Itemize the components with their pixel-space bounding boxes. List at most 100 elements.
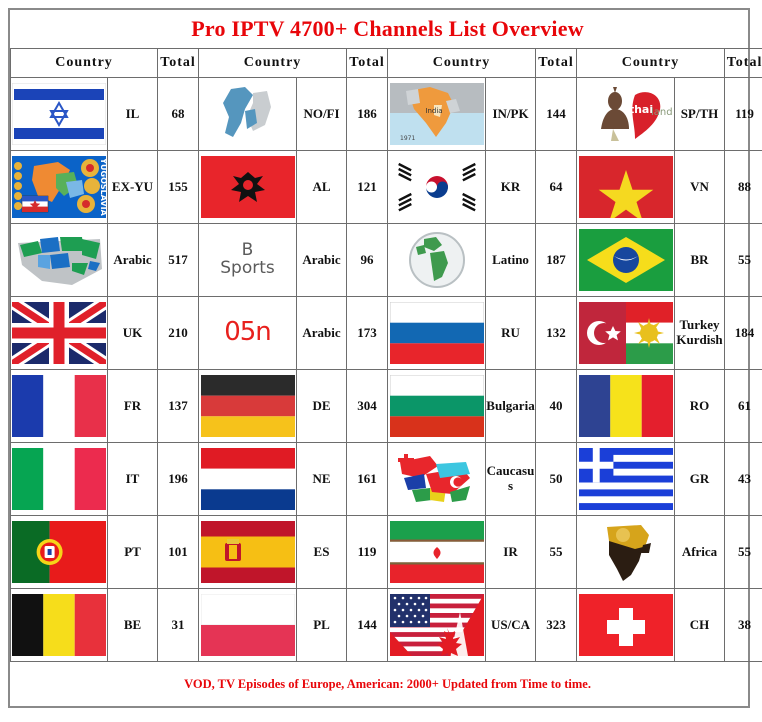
svg-text:1971: 1971	[400, 135, 415, 142]
table-row: IL 68 NO/FI 186 India 1971 IN/PK 144 thai land SP/…	[10, 77, 762, 151]
spain-flag-art	[200, 521, 295, 583]
india-pakistan-map: India 1971	[387, 77, 486, 151]
channel-total: 155	[157, 150, 199, 224]
table-row: YUGOSLAVIA EX-YU 155 AL 121 KR 64 VN 88	[10, 150, 762, 224]
romania-flag	[576, 369, 675, 443]
france-flag	[10, 369, 108, 443]
country-label: Arabic	[296, 223, 347, 297]
country-label: Turkey Kurdish	[674, 296, 725, 370]
header-total-1: Total	[157, 48, 199, 78]
romania-flag-art	[578, 375, 673, 437]
usa-canada-flag-art	[389, 594, 484, 656]
country-label: KR	[485, 150, 536, 224]
netherlands-flag-art	[200, 448, 295, 510]
country-label: NO/FI	[296, 77, 347, 151]
uk-flag	[10, 296, 108, 370]
header-country-2: Country	[198, 48, 347, 78]
header-country-1: Country	[10, 48, 158, 78]
iran-flag-art	[389, 521, 484, 583]
netherlands-flag	[198, 442, 297, 516]
svg-text:YUGOSLAVIA: YUGOSLAVIA	[99, 157, 106, 216]
country-label: IL	[107, 77, 158, 151]
country-label: RU	[485, 296, 536, 370]
channel-total: 88	[723, 150, 762, 224]
italy-flag-art	[12, 448, 106, 510]
table-row: UK 210 05n Arabic 173 RU 132 Turkey Kurdish 184	[10, 296, 762, 370]
france-flag-art	[12, 375, 106, 437]
south-korea-flag-art	[389, 156, 484, 218]
header-country-3: Country	[387, 48, 536, 78]
channel-total: 132	[535, 296, 577, 370]
channel-total: 55	[723, 223, 762, 297]
channel-total: 101	[157, 515, 199, 589]
portugal-flag-art	[12, 521, 106, 583]
country-label: DE	[296, 369, 347, 443]
country-label: FR	[107, 369, 158, 443]
turkey-kurdish-flag-art	[578, 302, 673, 364]
channel-total: 55	[723, 515, 762, 589]
header-total-4: Total	[723, 48, 762, 78]
india-pakistan-map-art: India 1971	[389, 83, 484, 145]
greece-flag-art	[578, 448, 673, 510]
channel-total: 38	[723, 588, 762, 662]
channel-total: 144	[346, 588, 388, 662]
belgium-flag	[10, 588, 108, 662]
country-label: Africa	[674, 515, 725, 589]
country-label: Arabic	[296, 296, 347, 370]
country-label: Bulgaria	[485, 369, 536, 443]
russia-flag-art	[389, 302, 484, 364]
table-row: IT 196 NE 161 Caucasus 50 GR 43	[10, 442, 762, 516]
thailand-logo-art: thai land	[578, 83, 673, 145]
country-label: NE	[296, 442, 347, 516]
albania-flag-art	[200, 156, 295, 218]
greece-flag	[576, 442, 675, 516]
channel-total: 96	[346, 223, 388, 297]
arab-world-map	[10, 223, 108, 297]
latin-america-globe	[387, 223, 486, 297]
country-label: UK	[107, 296, 158, 370]
switzerland-flag-art	[578, 594, 673, 656]
table-row: BE 31 PL 144 US/CA 323 CH 38	[10, 588, 762, 662]
caucasus-map-art	[389, 448, 484, 510]
turkey-kurdish-flag	[576, 296, 675, 370]
channel-total: 186	[346, 77, 388, 151]
channel-total: 144	[535, 77, 577, 151]
yugoslavia-map-art: YUGOSLAVIA	[12, 156, 106, 218]
o5n-logo-text: 05n	[224, 317, 272, 348]
albania-flag	[198, 150, 297, 224]
page-title: Pro IPTV 4700+ Channels List Overview	[10, 10, 762, 49]
channel-total: 161	[346, 442, 388, 516]
south-korea-flag	[387, 150, 486, 224]
channel-total: 184	[723, 296, 762, 370]
country-label: Caucasus	[485, 442, 536, 516]
country-label: ES	[296, 515, 347, 589]
footer-note: VOD, TV Episodes of Europe, American: 20…	[10, 661, 762, 706]
switzerland-flag	[576, 588, 675, 662]
country-label: BR	[674, 223, 725, 297]
portugal-flag	[10, 515, 108, 589]
russia-flag	[387, 296, 486, 370]
country-label: IR	[485, 515, 536, 589]
channel-total: 119	[346, 515, 388, 589]
channel-total: 40	[535, 369, 577, 443]
country-label: EX-YU	[107, 150, 158, 224]
germany-flag-art	[200, 375, 295, 437]
channels-overview-table: Pro IPTV 4700+ Channels List Overview Co…	[10, 10, 762, 706]
channel-total: 55	[535, 515, 577, 589]
country-label: SP/TH	[674, 77, 725, 151]
uk-flag-art	[12, 302, 106, 364]
channel-total: 64	[535, 150, 577, 224]
country-label: Arabic	[107, 223, 158, 297]
channel-total: 43	[723, 442, 762, 516]
brazil-flag-art	[578, 229, 673, 291]
channel-total: 61	[723, 369, 762, 443]
country-label: PT	[107, 515, 158, 589]
title-row: Pro IPTV 4700+ Channels List Overview	[10, 10, 762, 49]
vietnam-flag	[576, 150, 675, 224]
thailand-logo: thai land	[576, 77, 675, 151]
country-label: AL	[296, 150, 347, 224]
germany-flag	[198, 369, 297, 443]
header-row: Country Total Country Total Country Tota…	[10, 48, 762, 78]
italy-flag	[10, 442, 108, 516]
channel-total: 50	[535, 442, 577, 516]
